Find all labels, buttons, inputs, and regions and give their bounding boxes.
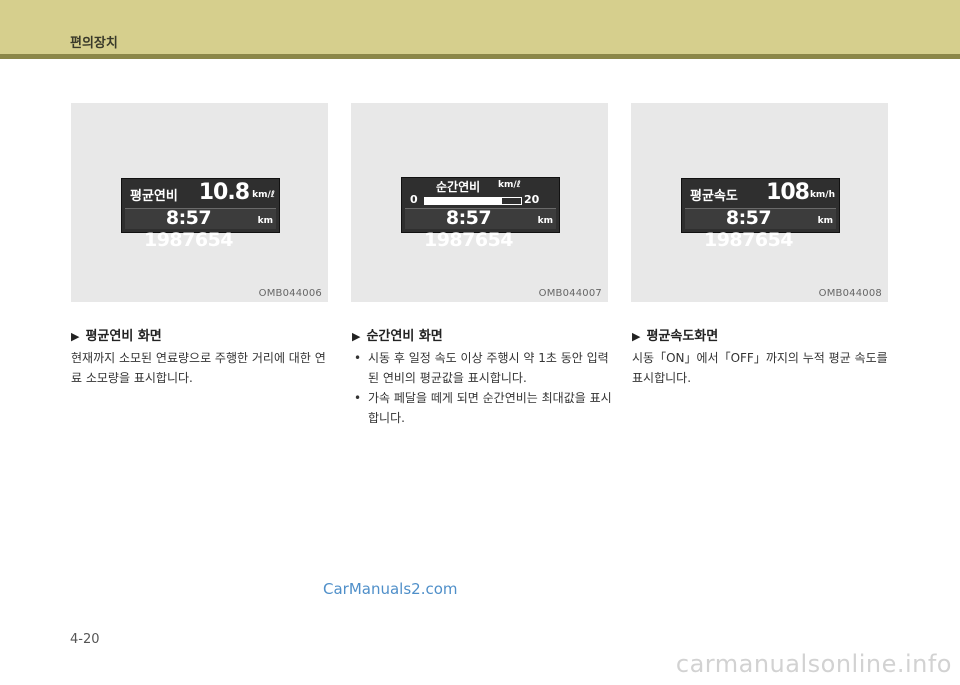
list-item: 가속 페달을 떼게 되면 순간연비는 최대값을 표시합니다. [352, 388, 617, 428]
lcd-label: 평균속도 [690, 189, 738, 204]
triangle-icon: ▶ [71, 330, 80, 343]
lcd-trip-unit: km [537, 216, 553, 226]
lcd-label: 순간연비 [436, 180, 481, 194]
heading-text: 순간연비 화면 [366, 329, 443, 344]
header-bar [0, 0, 960, 54]
lcd-trip-unit: km [257, 216, 273, 226]
list-item: 시동 후 일정 속도 이상 주행시 약 1초 동안 입력된 연비의 평균값을 표… [352, 348, 617, 388]
lcd-trip: 8:57 1987654 [423, 207, 514, 251]
lcd-top-row: 순간연비 km/ℓ 0 20 [402, 178, 559, 206]
lcd-display: 평균연비 10.8 km/ℓ 8:57 1987654 km [121, 178, 280, 251]
section-title: 편의장치 [70, 36, 118, 51]
site-watermark[interactable]: CarManuals2.com [323, 580, 458, 598]
lcd-bottom-row: 8:57 1987654 km [685, 207, 836, 251]
section-heading: ▶ 평균연비 화면 [71, 325, 162, 344]
lcd-display: 평균속도 108 km/h 8:57 1987654 km [681, 178, 840, 251]
lcd-unit: km/ℓ [252, 190, 275, 200]
section-heading: ▶ 순간연비 화면 [352, 325, 443, 344]
lcd-bottom-row: 8:57 1987654 km [125, 207, 276, 251]
lcd-trip: 8:57 1987654 [143, 207, 234, 251]
lcd-unit: km/h [809, 190, 835, 200]
lcd-trip: 8:57 1987654 [703, 207, 794, 251]
description-list: 시동 후 일정 속도 이상 주행시 약 1초 동안 입력된 연비의 평균값을 표… [352, 348, 617, 428]
description-text: 현재까지 소모된 연료량으로 주행한 거리에 대한 연료 소모량을 표시합니다. [71, 351, 326, 385]
triangle-icon: ▶ [632, 330, 641, 343]
lcd-top-row: 평균연비 10.8 km/ℓ [122, 179, 279, 206]
bar-min-label: 0 [410, 193, 418, 206]
fuel-economy-bar-fill [425, 198, 502, 204]
lcd-trip-unit: km [817, 216, 833, 226]
section-heading: ▶ 평균속도화면 [632, 325, 718, 344]
bar-max-label: 20 [524, 193, 540, 206]
figure-average-fuel-economy: 평균연비 10.8 km/ℓ 8:57 1987654 km OMB044006 [71, 103, 328, 302]
description-text: 시동「ON」에서「OFF」까지의 누적 평균 속도를 표시합니다. [632, 351, 888, 385]
lcd-unit: km/ℓ [498, 180, 521, 190]
lcd-value: 108 [766, 180, 810, 205]
heading-text: 평균속도화면 [646, 329, 719, 344]
fuel-economy-bar [424, 197, 522, 205]
lcd-bottom-row: 8:57 1987654 km [405, 207, 556, 251]
lcd-display: 순간연비 km/ℓ 0 20 8:57 1987654 km [401, 177, 560, 251]
header-divider [0, 54, 960, 59]
figure-average-speed: 평균속도 108 km/h 8:57 1987654 km OMB044008 [631, 103, 888, 302]
heading-text: 평균연비 화면 [85, 329, 162, 344]
triangle-icon: ▶ [352, 330, 361, 343]
lcd-value: 10.8 [198, 180, 250, 205]
footer-watermark: carmanualsonline.info [675, 650, 952, 678]
figure-instant-fuel-economy: 순간연비 km/ℓ 0 20 8:57 1987654 km OMB044007 [351, 103, 608, 302]
page-number: 4-20 [70, 632, 100, 647]
lcd-label: 평균연비 [130, 189, 178, 204]
figure-code: OMB044006 [258, 288, 322, 299]
lcd-top-row: 평균속도 108 km/h [682, 179, 839, 206]
figure-code: OMB044007 [538, 288, 602, 299]
figure-code: OMB044008 [818, 288, 882, 299]
